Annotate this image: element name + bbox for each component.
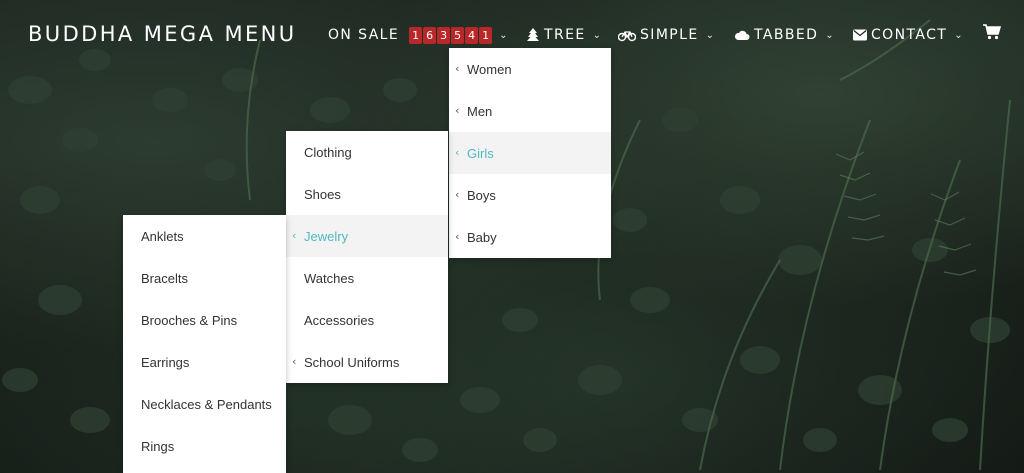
chevron-left-icon: ‹ [455, 104, 460, 117]
nav-tabbed-label: TABBED [754, 27, 819, 43]
menu-item-label: Brooches & Pins [141, 312, 238, 328]
menu-item-label: School Uniforms [304, 354, 400, 370]
menu-item-girls[interactable]: ‹ Girls [449, 132, 611, 174]
chevron-left-icon: ‹ [455, 62, 460, 75]
bicycle-icon [618, 31, 636, 42]
menu-item-label: Shoes [304, 186, 341, 202]
menu-item-label: Baby [467, 229, 497, 245]
menu-item-label: Earrings [141, 354, 190, 370]
nav-on-sale-label: ON SALE [328, 27, 400, 43]
menu-item-necklaces-pendants[interactable]: Necklaces & Pendants [123, 383, 286, 425]
menu-item-label: Jewelry [304, 228, 349, 244]
chevron-down-icon: ⌄ [592, 29, 603, 41]
chevron-left-icon: ‹ [292, 229, 297, 242]
menu-item-label: Anklets [141, 228, 184, 244]
menu-item-boys[interactable]: ‹ Boys [449, 174, 611, 216]
chevron-down-icon: ⌄ [705, 29, 716, 41]
menu-item-watches[interactable]: Watches [286, 257, 448, 299]
counter-digit: 1 [409, 26, 423, 44]
menu-item-jewelry[interactable]: ‹ Jewelry [286, 215, 448, 257]
menu-item-baby[interactable]: ‹ Baby [449, 216, 611, 258]
menu-item-label: Watches [304, 270, 355, 286]
menu-item-women[interactable]: ‹ Women [449, 48, 611, 90]
menu-item-label: Rings [141, 438, 175, 454]
tree-icon [527, 28, 539, 41]
tree-dropdown-menu: ‹ Women ‹ Men ‹ Girls ‹ Boys ‹ Baby [449, 48, 611, 258]
nav-contact-label: CONTACT [871, 27, 948, 43]
counter-digit: 1 [479, 26, 493, 44]
nav-tree[interactable]: TREE ⌄ [526, 24, 602, 46]
nav-tabbed[interactable]: TABBED ⌄ [734, 24, 835, 46]
menu-item-clothing[interactable]: Clothing [286, 131, 448, 173]
menu-item-label: Girls [467, 145, 494, 161]
counter-digit: 3 [437, 26, 451, 44]
sale-counter: 1 6 3 5 4 1 [409, 26, 493, 44]
chevron-down-icon: ⌄ [825, 29, 836, 41]
nav-tree-label: TREE [544, 27, 586, 43]
chevron-left-icon: ‹ [292, 355, 297, 368]
chevron-left-icon: ‹ [455, 188, 460, 201]
menu-item-school-uniforms[interactable]: ‹ School Uniforms [286, 341, 448, 383]
menu-item-label: Accessories [304, 312, 375, 328]
menu-item-anklets[interactable]: Anklets [123, 215, 286, 257]
menu-item-men[interactable]: ‹ Men [449, 90, 611, 132]
counter-digit: 4 [465, 26, 479, 44]
menu-item-brooches-pins[interactable]: Brooches & Pins [123, 299, 286, 341]
menu-item-shoes[interactable]: Shoes [286, 173, 448, 215]
nav-simple[interactable]: SIMPLE ⌄ [618, 24, 715, 46]
menu-item-label: Necklaces & Pendants [141, 396, 272, 412]
nav-contact[interactable]: CONTACT ⌄ [853, 24, 964, 46]
menu-item-label: Men [467, 103, 493, 119]
cart-icon[interactable] [983, 24, 1001, 40]
menu-item-rings[interactable]: Rings [123, 425, 286, 467]
nav-simple-label: SIMPLE [640, 27, 699, 43]
counter-digit: 5 [451, 26, 465, 44]
menu-item-label: Bracelts [141, 270, 188, 286]
chevron-left-icon: ‹ [455, 146, 460, 159]
envelope-icon [853, 29, 867, 41]
counter-digit: 6 [423, 26, 437, 44]
cloud-icon [734, 30, 750, 40]
chevron-left-icon: ‹ [455, 230, 460, 243]
brand-logo-text[interactable]: BUDDHA MEGA MENU [28, 22, 297, 46]
menu-item-bracelts[interactable]: Bracelts [123, 257, 286, 299]
menu-item-earrings[interactable]: Earrings [123, 341, 286, 383]
chevron-down-icon: ⌄ [499, 29, 509, 41]
menu-item-accessories[interactable]: Accessories [286, 299, 448, 341]
chevron-down-icon: ⌄ [954, 29, 964, 41]
menu-item-label: Women [467, 61, 512, 77]
menu-item-label: Boys [467, 187, 496, 203]
jewelry-submenu: Anklets Bracelts Brooches & Pins Earring… [123, 215, 286, 473]
nav-on-sale[interactable]: ON SALE 1 6 3 5 4 1 ⌄ [328, 24, 509, 46]
girls-submenu: Clothing Shoes ‹ Jewelry Watches Accesso… [286, 131, 448, 383]
menu-item-label: Clothing [304, 144, 352, 160]
